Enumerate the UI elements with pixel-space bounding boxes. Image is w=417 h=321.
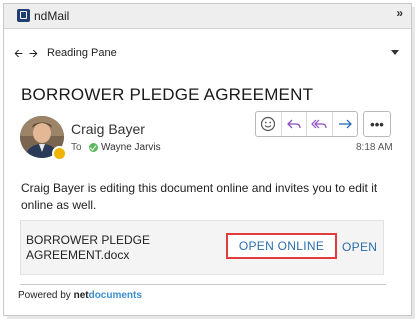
chevron-down-icon[interactable] (391, 50, 399, 55)
app-title: ndMail (34, 9, 70, 23)
reading-pane-nav: 🡨 🡪 Reading Pane (14, 46, 401, 62)
open-button[interactable]: OPEN (342, 240, 377, 254)
recipient-name[interactable]: Wayne Jarvis (101, 142, 161, 153)
brand-net: net (73, 290, 89, 301)
powered-by: Powered by netdocuments (18, 290, 142, 301)
recipient-status-icon (89, 143, 98, 152)
forward-arrow-icon[interactable]: 🡪 (29, 45, 38, 64)
brand-documents: documents (88, 290, 142, 301)
powered-by-prefix: Powered by (18, 290, 74, 301)
file-name-line-2: AGREEMENT.docx (26, 248, 130, 262)
footer-divider (20, 284, 386, 285)
reply-icon[interactable] (282, 112, 307, 136)
collapse-icon[interactable]: » (396, 7, 403, 19)
sender-name[interactable]: Craig Bayer (71, 121, 145, 137)
reply-all-icon[interactable] (307, 112, 333, 136)
attachment-file-name: BORROWER PLEDGE AGREEMENT.docx (26, 233, 186, 263)
to-label: To (71, 142, 82, 153)
email-body: Craig Bayer is editing this document onl… (21, 181, 378, 212)
title-bar: ndMail » (4, 4, 411, 29)
back-arrow-icon[interactable]: 🡨 (14, 45, 23, 64)
smiley-icon[interactable] (256, 112, 282, 136)
forward-icon[interactable] (333, 112, 358, 136)
more-options-button[interactable]: ••• (363, 111, 391, 137)
netdocuments-icon (17, 9, 30, 22)
addin-panel: ndMail » 🡨 🡪 Reading Pane BORROWER PLEDG… (3, 3, 412, 316)
email-subject: BORROWER PLEDGE AGREEMENT (21, 85, 314, 104)
email-time: 8:18 AM (356, 142, 393, 153)
attachment-card: BORROWER PLEDGE AGREEMENT.docx OPEN ONLI… (20, 220, 384, 275)
open-online-button[interactable]: OPEN ONLINE (226, 233, 337, 259)
file-name-line-1: BORROWER PLEDGE (26, 233, 151, 247)
message-actions (255, 111, 358, 137)
presence-badge (52, 146, 67, 161)
reading-pane-label: Reading Pane (47, 47, 117, 59)
